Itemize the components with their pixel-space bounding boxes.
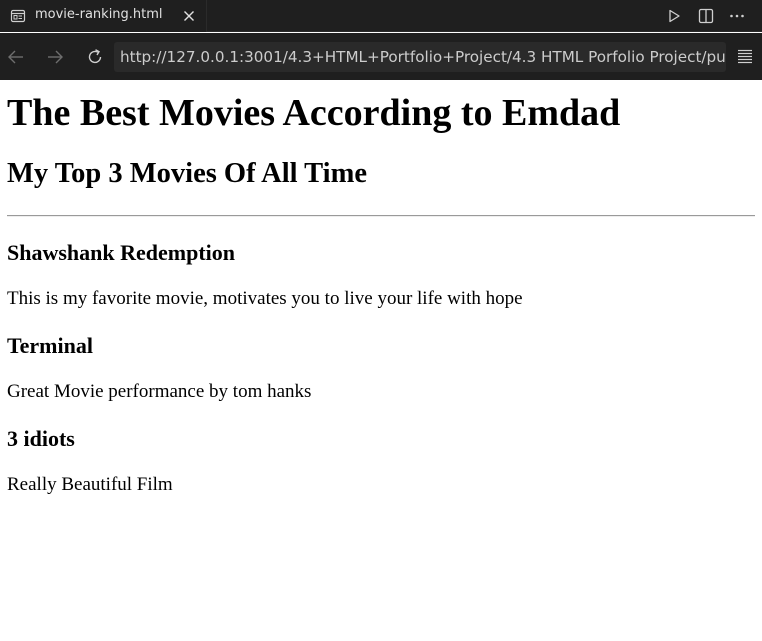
browser-navigation-bar: http://127.0.0.1:3001/4.3+HTML+Portfolio… [0, 33, 762, 80]
menu-icon[interactable] [736, 47, 754, 65]
run-icon[interactable] [665, 7, 683, 25]
more-actions-icon[interactable] [728, 7, 746, 25]
preview-icon [10, 8, 26, 24]
split-editor-icon[interactable] [697, 7, 715, 25]
arrow-left-icon[interactable] [6, 47, 26, 67]
movie-title: Shawshank Redemption [7, 240, 236, 265]
movie-description: This is my favorite movie, motivates you… [7, 288, 523, 309]
movie-title: Terminal [7, 333, 93, 358]
movie-description: Great Movie performance by tom hanks [7, 381, 312, 402]
page-content: The Best Movies According to Emdad My To… [0, 80, 762, 641]
arrow-right-icon[interactable] [45, 47, 65, 67]
address-bar[interactable]: http://127.0.0.1:3001/4.3+HTML+Portfolio… [114, 42, 726, 72]
horizontal-rule [7, 215, 755, 217]
movie-title: 3 idiots [7, 426, 75, 451]
url-text[interactable]: http://127.0.0.1:3001/4.3+HTML+Portfolio… [120, 48, 726, 66]
page-subtitle: My Top 3 Movies Of All Time [7, 158, 367, 189]
tab-movie-ranking[interactable]: movie-ranking.html [0, 0, 207, 32]
movie-description: Really Beautiful Film [7, 474, 173, 495]
page-title: The Best Movies According to Emdad [7, 92, 621, 134]
reload-icon[interactable] [85, 47, 105, 67]
tab-title: movie-ranking.html [35, 7, 163, 22]
close-icon[interactable] [181, 8, 197, 24]
editor-tab-bar: movie-ranking.html [0, 0, 762, 32]
